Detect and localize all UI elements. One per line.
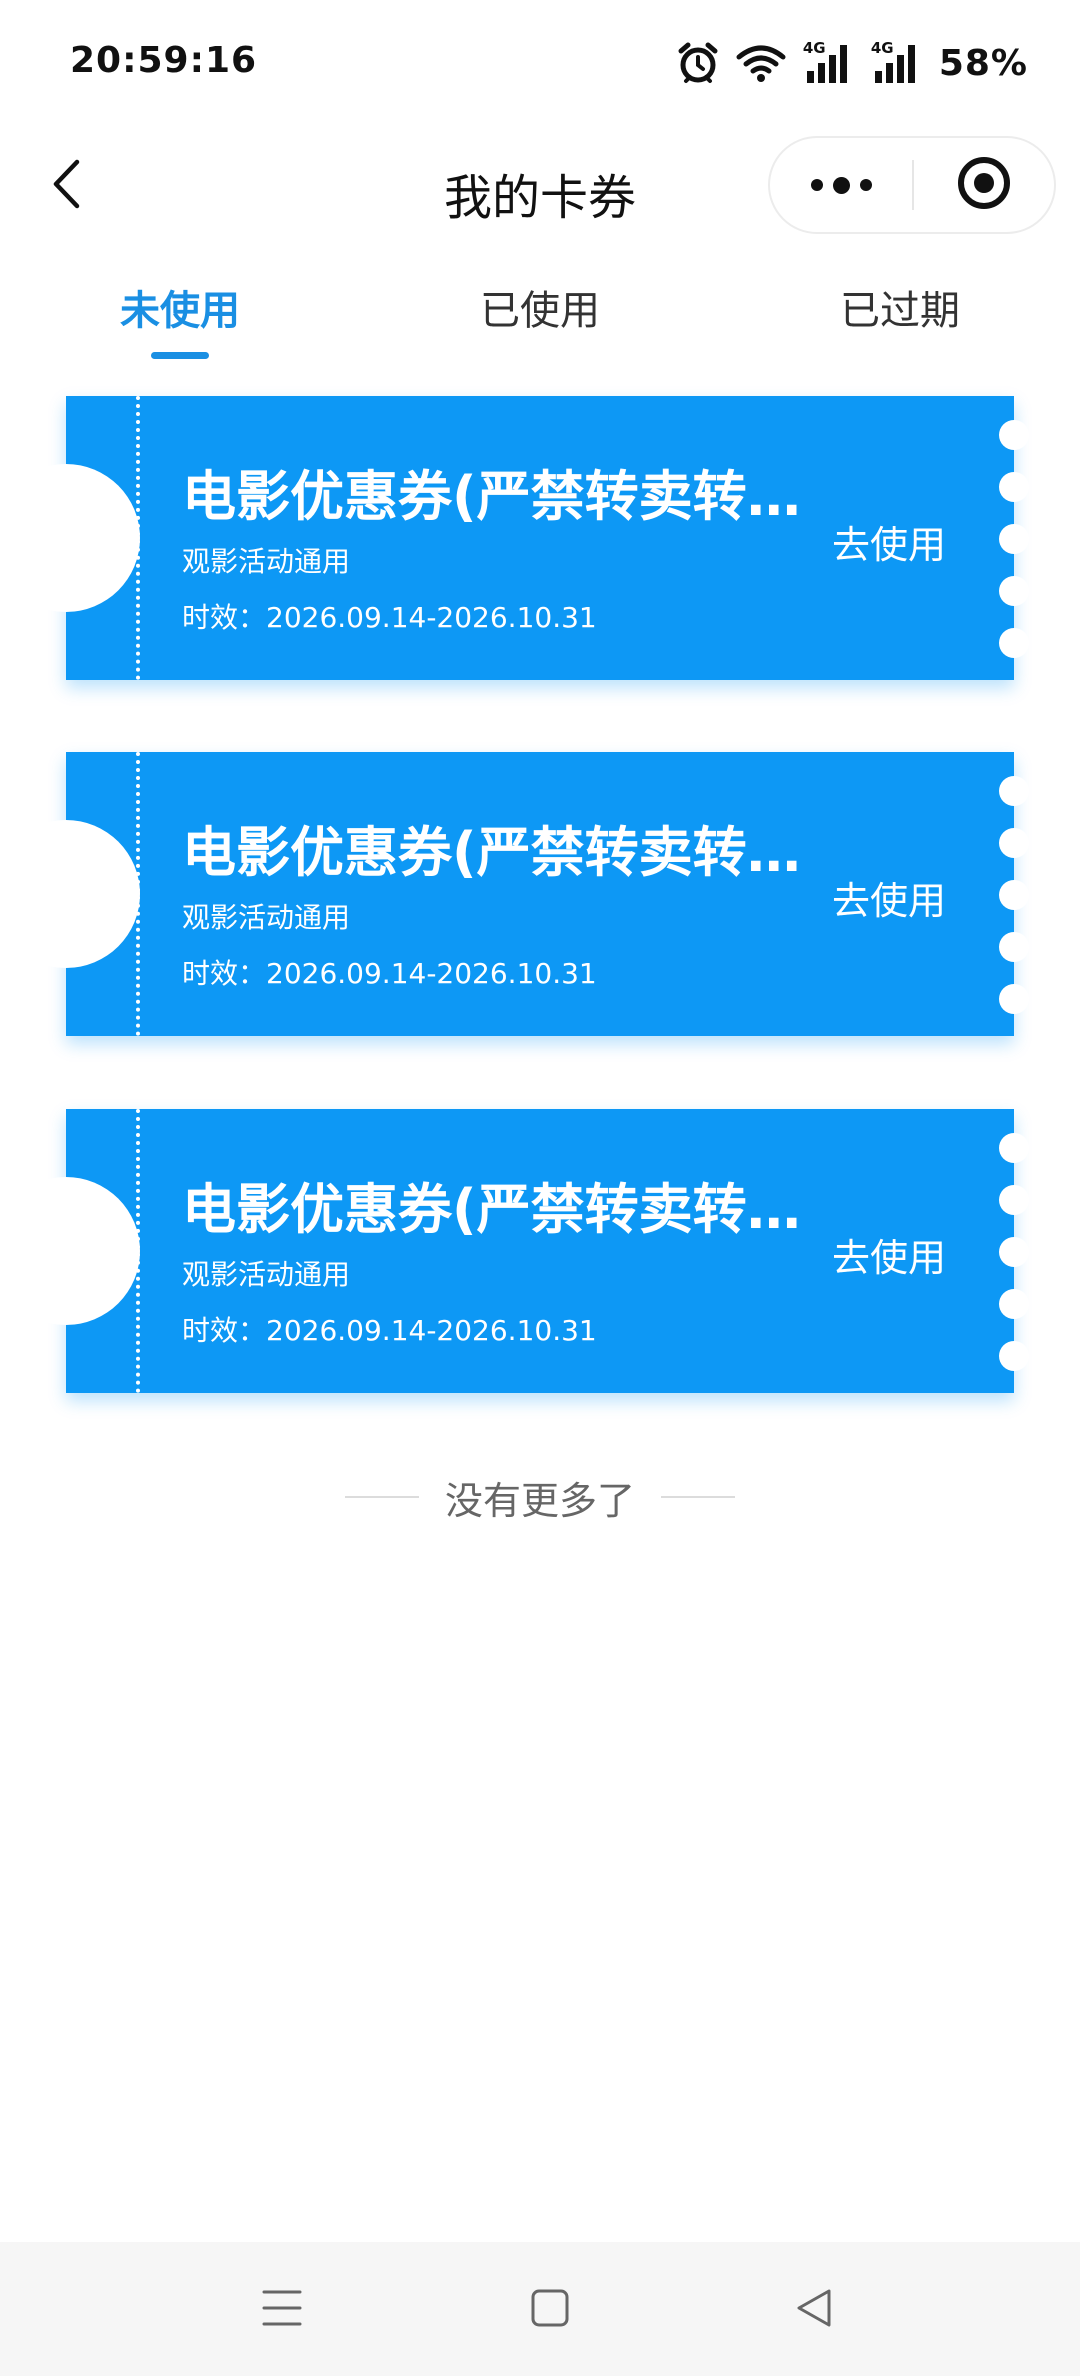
coupon-dash-line bbox=[136, 1109, 140, 1393]
alarm-icon bbox=[677, 41, 719, 85]
coupon-scallop-edge bbox=[999, 776, 1029, 1016]
coupon-subtitle: 观影活动通用 bbox=[182, 1258, 351, 1291]
close-button[interactable] bbox=[914, 138, 1054, 232]
coupon-notch bbox=[0, 820, 140, 968]
coupon-title: 电影优惠券(严禁转卖转... bbox=[182, 1178, 802, 1241]
nav-bar: 我的卡券 bbox=[0, 128, 1080, 244]
back-nav-button[interactable] bbox=[774, 2270, 854, 2350]
signal-icon: 4G bbox=[803, 39, 855, 85]
target-close-icon bbox=[956, 155, 1012, 215]
coupon-notch bbox=[0, 1177, 140, 1325]
coupon-title: 电影优惠券(严禁转卖转... bbox=[182, 465, 802, 528]
coupon-subtitle: 观影活动通用 bbox=[182, 901, 351, 934]
coupon-scallop-edge bbox=[999, 420, 1029, 660]
coupon-notch bbox=[0, 464, 140, 612]
wifi-icon bbox=[735, 43, 787, 83]
use-coupon-button[interactable]: 去使用 bbox=[832, 870, 946, 925]
status-bar: 20:59:16 4G 4G 58% bbox=[0, 0, 1080, 128]
home-button[interactable] bbox=[510, 2270, 590, 2350]
system-nav-bar bbox=[0, 2242, 1080, 2376]
signal-icon: 4G bbox=[871, 39, 923, 85]
mini-program-capsule bbox=[768, 136, 1056, 234]
use-coupon-button[interactable]: 去使用 bbox=[832, 1227, 946, 1282]
more-dots-icon bbox=[810, 176, 872, 194]
coupon-scallop-edge bbox=[999, 1133, 1029, 1373]
coupon-tabs: 未使用 已使用 已过期 bbox=[0, 262, 1080, 362]
tab-expired[interactable]: 已过期 bbox=[780, 278, 1020, 336]
menu-icon bbox=[261, 2288, 303, 2332]
no-more-indicator: 没有更多了 bbox=[0, 1472, 1080, 1523]
divider-line bbox=[661, 1496, 735, 1498]
no-more-text: 没有更多了 bbox=[444, 1478, 635, 1523]
tab-unused[interactable]: 未使用 bbox=[60, 278, 300, 336]
divider-line bbox=[344, 1496, 419, 1498]
home-square-icon bbox=[530, 2288, 570, 2332]
use-coupon-button[interactable]: 去使用 bbox=[832, 514, 946, 569]
menu-button[interactable] bbox=[242, 2270, 322, 2350]
back-triangle-icon bbox=[794, 2287, 834, 2333]
status-time: 20:59:16 bbox=[70, 40, 258, 81]
coupon-validity: 时效：2026.09.14-2026.10.31 bbox=[182, 601, 597, 634]
coupon-dash-line bbox=[136, 396, 140, 680]
coupon-validity: 时效：2026.09.14-2026.10.31 bbox=[182, 1314, 597, 1347]
coupon-dash-line bbox=[136, 752, 140, 1036]
coupon-title: 电影优惠券(严禁转卖转... bbox=[182, 821, 802, 884]
coupon-subtitle: 观影活动通用 bbox=[182, 545, 351, 578]
coupon-card[interactable]: 电影优惠券(严禁转卖转... 观影活动通用 时效：2026.09.14-2026… bbox=[0, 752, 1029, 1036]
status-icons: 4G 4G 58% bbox=[677, 38, 1028, 88]
coupon-card[interactable]: 电影优惠券(严禁转卖转... 观影活动通用 时效：2026.09.14-2026… bbox=[0, 1109, 1029, 1393]
coupon-validity: 时效：2026.09.14-2026.10.31 bbox=[182, 957, 597, 990]
tab-indicator bbox=[151, 352, 209, 359]
battery-percent: 58% bbox=[938, 42, 1028, 84]
more-button[interactable] bbox=[770, 138, 912, 232]
tab-used[interactable]: 已使用 bbox=[420, 278, 660, 336]
coupon-card[interactable]: 电影优惠券(严禁转卖转... 观影活动通用 时效：2026.09.14-2026… bbox=[0, 396, 1029, 680]
